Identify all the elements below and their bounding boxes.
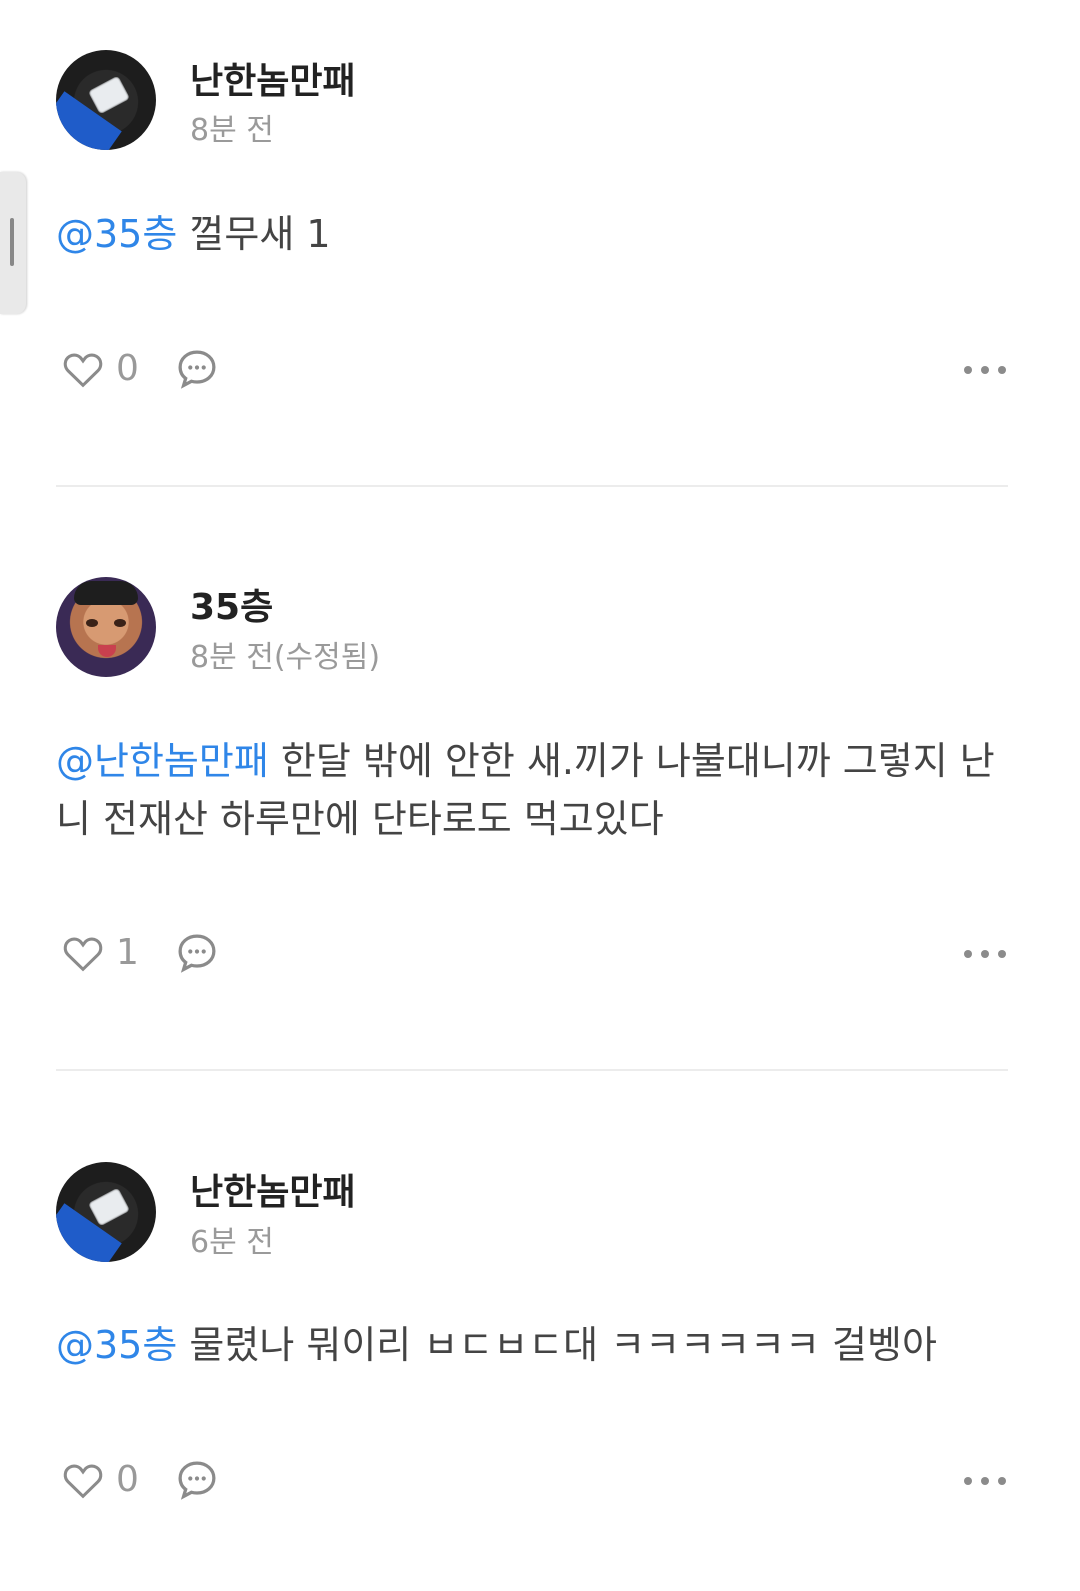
reply-bubble-icon[interactable] — [174, 346, 220, 392]
more-dots-icon[interactable] — [960, 930, 1010, 976]
like-count: 0 — [116, 1459, 139, 1500]
comment-body: @35층 껄무새 1 — [56, 205, 1016, 263]
more-dots-icon[interactable] — [960, 1457, 1010, 1503]
comment-time: 6분 전 — [190, 1225, 274, 1260]
mention-link[interactable]: @난한놈만패 — [56, 739, 269, 783]
heart-icon[interactable] — [60, 930, 106, 976]
drawer-grip-icon — [10, 218, 14, 266]
comment-text: 껄무새 1 — [177, 212, 331, 256]
comment-time: 8분 전 — [190, 113, 274, 148]
comment-text: 물렸나 뭐이리 ㅂㄷㅂㄷ대 ㅋㅋㅋㅋㅋㅋ 걸벵아 — [177, 1323, 937, 1367]
avatar[interactable] — [56, 50, 156, 150]
comment-time: 8분 전(수정됨) — [190, 640, 381, 675]
divider — [56, 1069, 1008, 1071]
comment-body: @35층 물렸나 뭐이리 ㅂㄷㅂㄷ대 ㅋㅋㅋㅋㅋㅋ 걸벵아 — [56, 1316, 1016, 1374]
mention-link[interactable]: @35층 — [56, 212, 177, 256]
comment-username[interactable]: 난한놈만패 — [190, 52, 356, 104]
comment-actions: 0 — [56, 1457, 1016, 1507]
comment-actions: 1 — [56, 930, 1016, 980]
comment-username[interactable]: 35층 — [190, 578, 273, 630]
comment-username[interactable]: 난한놈만패 — [190, 1163, 356, 1215]
like-count: 0 — [116, 348, 139, 389]
more-dots-icon[interactable] — [960, 346, 1010, 392]
avatar[interactable] — [56, 577, 156, 677]
heart-icon[interactable] — [60, 1457, 106, 1503]
avatar[interactable] — [56, 1162, 156, 1262]
comment-body: @난한놈만패 한달 밖에 안한 새.끼가 나불대니까 그렇지 난 니 전재산 하… — [56, 732, 1016, 848]
like-count: 1 — [116, 932, 139, 973]
reply-bubble-icon[interactable] — [174, 1457, 220, 1503]
mention-link[interactable]: @35층 — [56, 1323, 177, 1367]
side-drawer-handle[interactable] — [0, 172, 26, 314]
reply-bubble-icon[interactable] — [174, 930, 220, 976]
heart-icon[interactable] — [60, 346, 106, 392]
divider — [56, 485, 1008, 487]
comment-actions: 0 — [56, 346, 1016, 396]
